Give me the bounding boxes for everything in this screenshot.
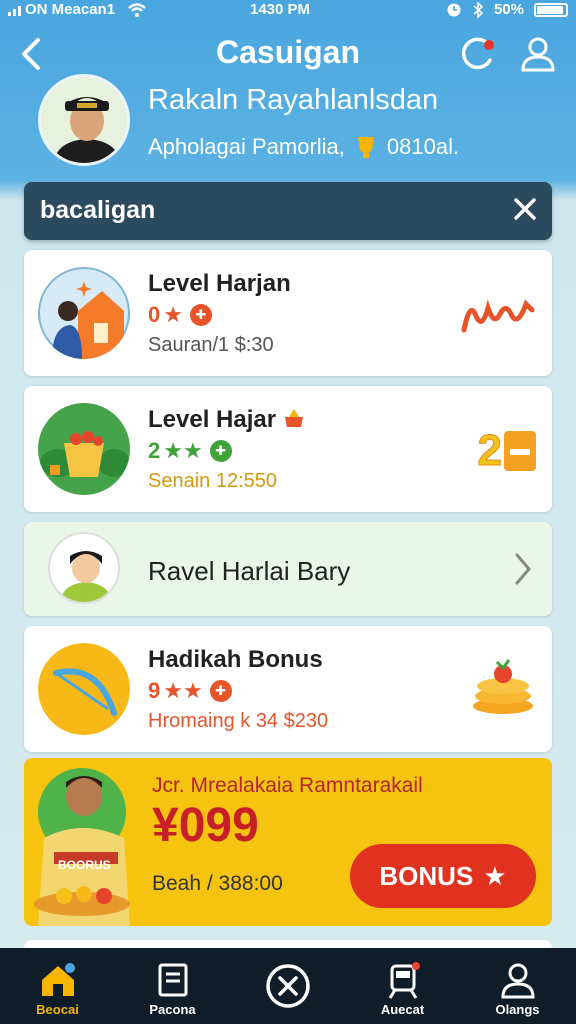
level-number-badge: 2 xyxy=(477,426,536,476)
shirt-text: BOORUS xyxy=(58,858,111,872)
person-icon xyxy=(50,534,118,602)
card-title: Level Harjan xyxy=(148,270,291,297)
chevron-right-icon[interactable] xyxy=(514,552,532,586)
card-subtitle: Hromaing k 34 $230 xyxy=(148,710,329,732)
cake-icon xyxy=(284,409,303,427)
document-icon xyxy=(158,963,187,997)
promo-banner[interactable]: BOORUS Jcr. Mrealakaia Ramntarakail ¥099… xyxy=(24,758,552,926)
wifi-icon xyxy=(128,2,146,17)
bonus-button-label: BONUS xyxy=(379,860,474,891)
close-icon[interactable] xyxy=(510,194,540,224)
user-location: Apholagai Pamorlia, xyxy=(148,134,345,159)
carrier-label: ON Meacan1 xyxy=(25,1,116,18)
card-rating: 0 ★ ✚ xyxy=(148,302,212,328)
signal-icon xyxy=(8,4,21,16)
bluetooth-icon xyxy=(473,1,484,18)
promo-headline: Jcr. Mrealakaia Ramntarakail xyxy=(152,774,423,797)
refresh-icon[interactable] xyxy=(458,34,498,74)
bonus-card[interactable]: Hadikah Bonus 9 ★★ ✚ Hromaing k 34 $230 xyxy=(24,626,552,752)
alarm-icon xyxy=(447,3,461,16)
person-thumbnail xyxy=(48,532,120,604)
user-name: Rakaln Rayahlanlsdan xyxy=(148,84,439,116)
level-card[interactable]: Ravel Harlai Bary xyxy=(24,522,552,616)
star-icon: ★ xyxy=(483,860,507,891)
bonus-button[interactable]: BONUS ★ xyxy=(350,844,536,908)
bonus-thumbnail xyxy=(38,643,130,735)
card-subtitle: Senain 12:550 xyxy=(148,470,278,492)
rating-value: 0 xyxy=(148,302,161,327)
home-icon xyxy=(41,963,75,996)
basket-thumbnail xyxy=(38,403,130,495)
house-icon xyxy=(38,267,130,359)
promo-person-illustration xyxy=(34,768,130,926)
card-title: Ravel Harlai Bary xyxy=(148,556,351,586)
profile-icon xyxy=(500,963,535,999)
house-thumbnail xyxy=(38,267,130,359)
nav-item-travel[interactable]: Auecat xyxy=(345,948,460,1024)
star-icon: ★★ xyxy=(163,678,203,703)
person-avatar-icon xyxy=(41,77,127,163)
level-number: 2 xyxy=(477,426,503,476)
search-banner[interactable]: bacaligan xyxy=(24,182,552,240)
search-query: bacaligan xyxy=(40,196,156,224)
star-icon: ★★ xyxy=(163,438,203,463)
level-box-icon xyxy=(504,431,536,471)
close-circle-icon xyxy=(265,964,310,1008)
trophy-icon xyxy=(357,137,374,158)
nav-label: Auecat xyxy=(380,1002,425,1017)
battery-icon xyxy=(534,2,568,17)
pancake-stack-icon xyxy=(473,659,533,714)
bonus-badge-icon: ✚ xyxy=(189,304,212,326)
promo-amount: ¥099 xyxy=(152,799,259,852)
promo-subtitle: Beah / 388:00 xyxy=(152,872,283,895)
bow-icon xyxy=(38,643,130,735)
status-time: 1430 PM xyxy=(250,1,311,18)
signature-icon xyxy=(461,299,535,333)
nav-item-documents[interactable]: Pacona xyxy=(115,948,230,1024)
card-rating: 9 ★★ ✚ xyxy=(148,678,232,704)
card-title: Level Hajar xyxy=(148,406,305,434)
bonus-badge-icon: ✚ xyxy=(209,680,232,702)
user-points: 0810al. xyxy=(386,134,460,159)
card-rating: 2 ★★ ✚ xyxy=(148,438,232,464)
level-card[interactable]: Level Hajar 2 ★★ ✚ Senain 12:550 2 xyxy=(24,386,552,512)
nav-item-center[interactable] xyxy=(230,948,345,1024)
star-icon: ★ xyxy=(163,302,183,327)
card-title: Hadikah Bonus xyxy=(148,646,323,673)
user-icon[interactable] xyxy=(518,34,558,74)
rating-value: 2 xyxy=(148,438,161,463)
level-card[interactable]: Level Harjan 0 ★ ✚ Sauran/1 $:30 xyxy=(24,250,552,376)
nav-label: Beocai xyxy=(36,1002,79,1017)
nav-item-home[interactable]: Beocai xyxy=(0,948,115,1024)
bottom-nav: Beocai Pacona Auecat Olangs xyxy=(0,948,576,1024)
bonus-badge-icon: ✚ xyxy=(209,440,232,462)
user-subtitle: Apholagai Pamorlia, 0810al. xyxy=(148,134,459,160)
nav-label: Olangs xyxy=(495,1002,540,1017)
nav-label: Pacona xyxy=(149,1002,196,1017)
train-icon xyxy=(388,962,420,999)
nav-item-profile[interactable]: Olangs xyxy=(460,948,575,1024)
avatar[interactable] xyxy=(38,74,130,166)
battery-percent: 50% xyxy=(493,1,524,18)
card-title-text: Level Hajar xyxy=(148,406,277,433)
status-bar: ON Meacan1 1430 PM 50% xyxy=(0,0,576,22)
rating-value: 9 xyxy=(148,678,161,703)
basket-icon xyxy=(38,403,130,495)
carrier: ON Meacan1 xyxy=(8,1,147,18)
card-subtitle: Sauran/1 $:30 xyxy=(148,334,274,356)
profile-header: Casuigan Rakaln Rayahlanlsdan Apholagai … xyxy=(0,22,576,182)
